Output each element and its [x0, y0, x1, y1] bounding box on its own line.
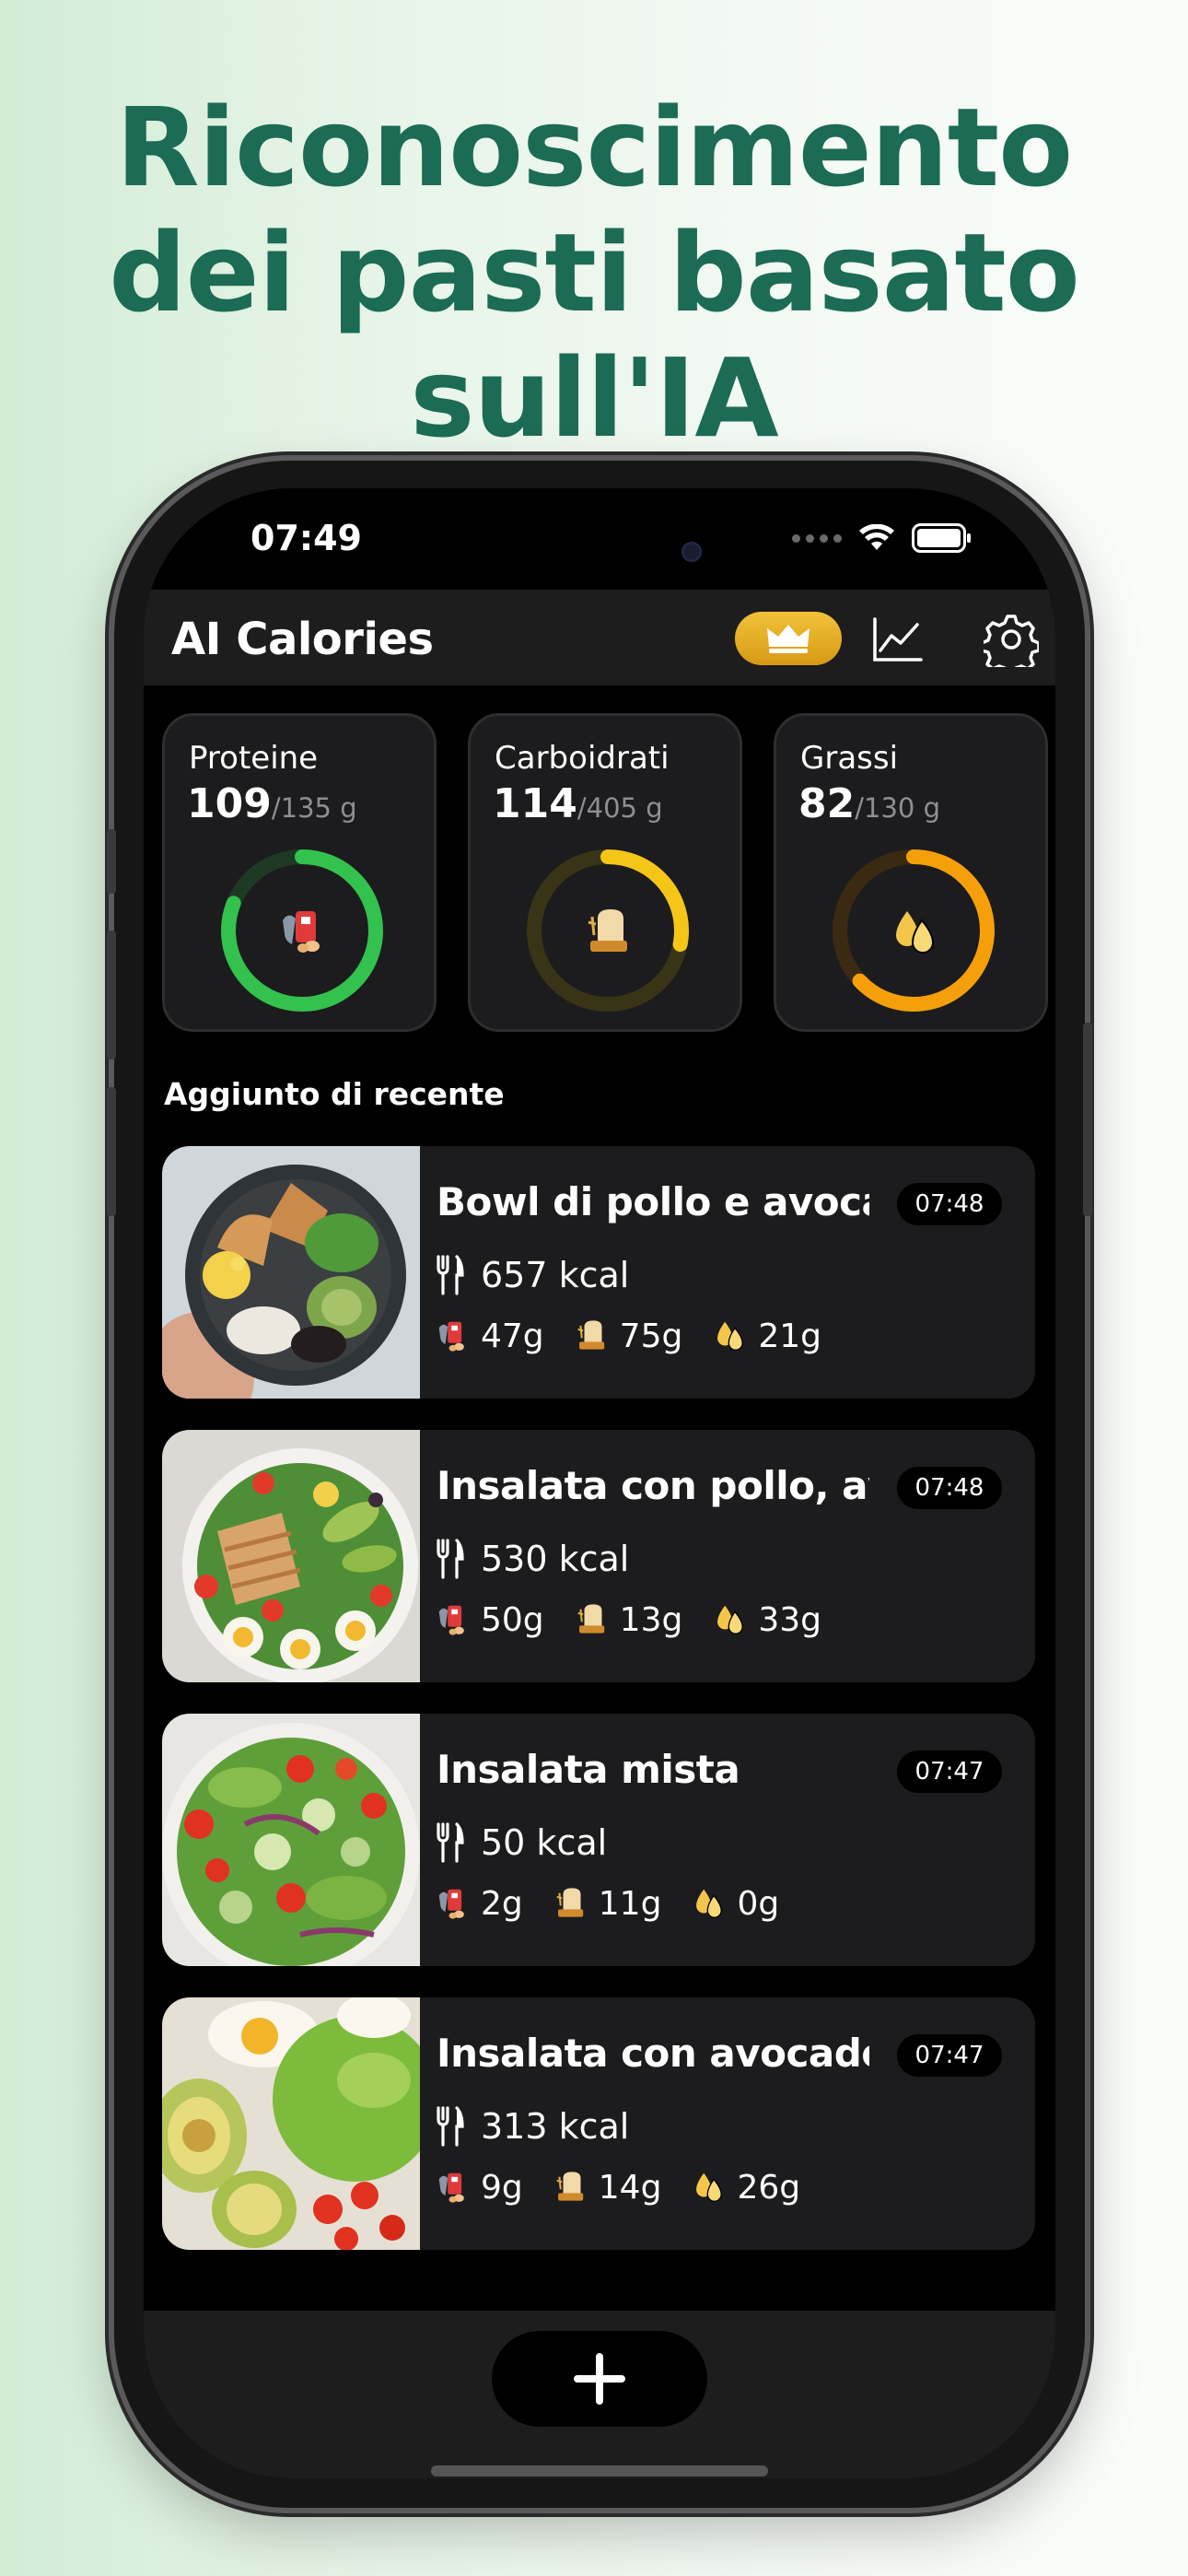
meal-calories: 530 kcal [437, 1539, 629, 1579]
home-indicator [431, 2465, 768, 2476]
protein-icon [438, 1321, 464, 1352]
meal-card[interactable]: Bowl di pollo e avocado 07:48 657 kcal 4… [162, 1146, 1035, 1399]
meal-photo [162, 1430, 420, 1682]
carbs-value: 11g [598, 1885, 662, 1923]
add-meal-button[interactable] [492, 2331, 707, 2427]
marketing-headline: Riconoscimento dei pasti basato sull'IA [0, 85, 1188, 461]
protein-value: 2g [481, 1885, 523, 1923]
fat-value: 33g [758, 1601, 822, 1639]
carbs-value: 13g [619, 1601, 683, 1639]
protein-icon [438, 1605, 464, 1635]
status-time: 07:49 [250, 518, 362, 558]
headline-line-2: dei pasti basato [109, 209, 1080, 336]
meal-calories: 313 kcal [437, 2106, 629, 2147]
wifi-icon [859, 524, 894, 550]
fork-knife-icon [437, 2106, 464, 2147]
oil-drop-icon [696, 2172, 723, 2202]
fork-knife-icon [437, 1822, 464, 1863]
plus-icon [574, 2353, 625, 2405]
meal-photo [162, 1714, 420, 1966]
kcal-value: 530 kcal [481, 1539, 630, 1579]
bread-icon [588, 909, 627, 952]
protein-icon [283, 911, 320, 953]
meal-macros: 2g 11g 0g [437, 1885, 810, 1923]
kcal-value: 313 kcal [481, 2106, 630, 2147]
phone-screen: 07:49 AI Calories Proteine 109/135 g Car… [144, 488, 1055, 2478]
meal-name: Insalata con avocado e... [437, 2031, 869, 2076]
meal-name: Insalata mista [437, 1747, 740, 1792]
fork-knife-icon [437, 1255, 464, 1295]
meal-time-badge: 07:47 [897, 1751, 1002, 1793]
app-title: AI Calories [171, 614, 434, 665]
battery-icon [912, 523, 971, 553]
macro-card-proteine[interactable]: Proteine 109/135 g [162, 713, 437, 1032]
settings-button[interactable] [984, 612, 1039, 667]
status-icons [792, 523, 973, 553]
carbs-progress-ring [527, 849, 689, 1012]
oil-drop-icon [896, 911, 935, 954]
protein-value: 50g [481, 1601, 544, 1639]
meal-time-badge: 07:48 [897, 1467, 1002, 1509]
crown-icon [767, 625, 809, 653]
oil-drop-icon [717, 1321, 744, 1351]
kcal-value: 657 kcal [481, 1255, 630, 1295]
meal-calories: 50 kcal [437, 1822, 607, 1863]
macro-value: 109/135 g [187, 780, 357, 827]
protein-progress-ring [221, 849, 383, 1012]
macro-name: Grassi [800, 740, 899, 777]
oil-drop-icon [696, 1889, 723, 1918]
phone-action-button [107, 829, 116, 894]
front-camera [681, 542, 702, 562]
protein-value: 47g [481, 1317, 544, 1355]
protein-icon [438, 2172, 464, 2203]
kcal-value: 50 kcal [481, 1822, 608, 1863]
cellular-signal-icon [792, 533, 842, 543]
protein-value: 9g [481, 2169, 523, 2207]
bread-icon [556, 1887, 583, 1917]
phone-volume-down [107, 1087, 116, 1216]
bread-icon [556, 2171, 583, 2201]
headline-line-3: sull'IA [410, 334, 779, 462]
bread-icon [577, 1603, 604, 1633]
meal-macros: 9g 14g 26g [437, 2169, 832, 2207]
stats-button[interactable] [869, 612, 925, 667]
meal-name: Insalata con pollo, avo... [437, 1463, 869, 1508]
fat-value: 26g [737, 2169, 801, 2207]
macro-card-grassi[interactable]: Grassi 82/130 g [774, 713, 1048, 1032]
carbs-value: 75g [619, 1317, 683, 1355]
meal-time-badge: 07:48 [897, 1183, 1002, 1225]
premium-button[interactable] [735, 612, 842, 665]
chart-icon [873, 617, 923, 662]
macro-value: 114/405 g [493, 780, 663, 827]
fat-value: 21g [758, 1317, 822, 1355]
fat-progress-ring [833, 849, 995, 1012]
meal-card[interactable]: Insalata con pollo, avo... 07:48 530 kca… [162, 1430, 1035, 1682]
oil-drop-icon [717, 1605, 744, 1634]
macro-name: Proteine [189, 740, 319, 777]
phone-volume-up [107, 931, 116, 1060]
meal-photo [162, 1146, 420, 1399]
recent-section-title: Aggiunto di recente [164, 1076, 505, 1112]
macro-value: 82/130 g [798, 780, 940, 827]
meal-macros: 50g 13g 33g [437, 1601, 853, 1639]
phone-side-button [1083, 1023, 1092, 1216]
meal-photo [162, 1997, 420, 2250]
meal-card[interactable]: Insalata mista 07:47 50 kcal 2g 11g 0g [162, 1714, 1035, 1966]
meal-card[interactable]: Insalata con avocado e... 07:47 313 kcal… [162, 1997, 1035, 2250]
headline-line-1: Riconoscimento [115, 84, 1074, 211]
meal-time-badge: 07:47 [897, 2034, 1002, 2077]
bread-icon [577, 1319, 604, 1350]
protein-icon [438, 1889, 464, 1919]
meal-calories: 657 kcal [437, 1255, 629, 1295]
macro-card-carboidrati[interactable]: Carboidrati 114/405 g [468, 713, 742, 1032]
meal-name: Bowl di pollo e avocado [437, 1179, 869, 1224]
fat-value: 0g [737, 1885, 780, 1923]
fork-knife-icon [437, 1539, 464, 1579]
carbs-value: 14g [598, 2169, 662, 2207]
macro-name: Carboidrati [495, 740, 670, 777]
meal-macros: 47g 75g 21g [437, 1317, 853, 1355]
gear-icon [984, 615, 1039, 667]
